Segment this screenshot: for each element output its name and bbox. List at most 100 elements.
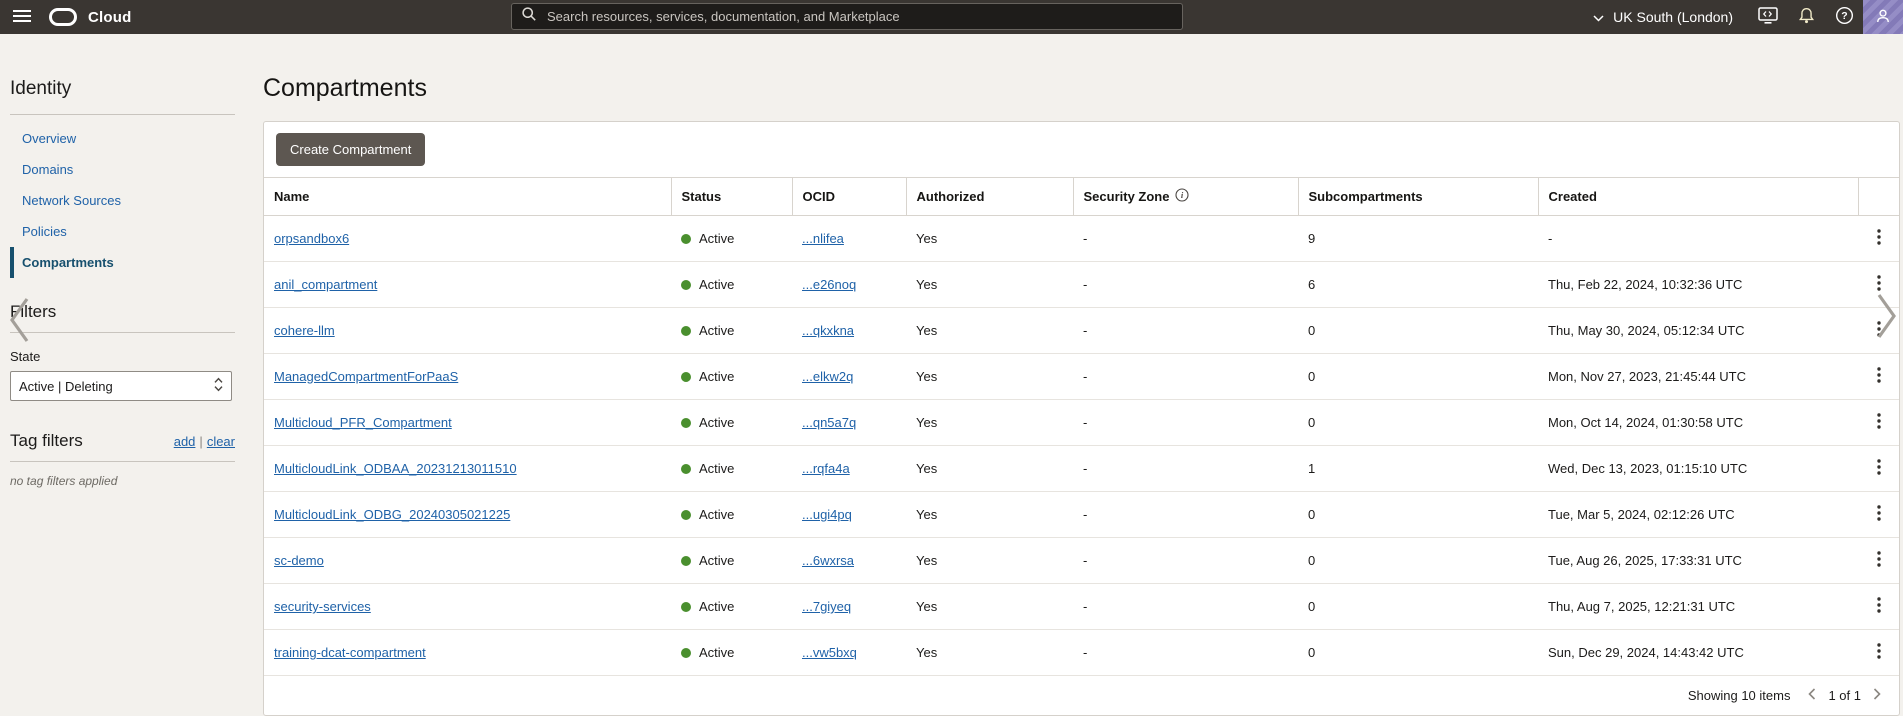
compartment-name-link[interactable]: cohere-llm xyxy=(274,323,335,338)
divider xyxy=(10,114,235,115)
subcompartments-value: 0 xyxy=(1298,492,1538,538)
tag-filter-clear-link[interactable]: clear xyxy=(207,434,235,449)
ocid-link[interactable]: ...ugi4pq xyxy=(802,507,852,522)
status-label: Active xyxy=(699,231,734,246)
compartment-name-link[interactable]: sc-demo xyxy=(274,553,324,568)
notifications-button[interactable] xyxy=(1787,0,1825,34)
row-actions-kebab-button[interactable] xyxy=(1869,227,1889,250)
cloud-shell-button[interactable] xyxy=(1749,0,1787,34)
row-actions-kebab-button[interactable] xyxy=(1869,365,1889,388)
compartment-name-link[interactable]: training-dcat-compartment xyxy=(274,645,426,660)
compartment-name-link[interactable]: orpsandbox6 xyxy=(274,231,349,246)
showing-items-label: Showing 10 items xyxy=(1688,688,1791,703)
status-active-dot xyxy=(681,556,691,566)
compartment-name-link[interactable]: Multicloud_PFR_Compartment xyxy=(274,415,452,430)
row-actions-kebab-button[interactable] xyxy=(1869,503,1889,526)
column-header-subcompartments: Subcompartments xyxy=(1298,178,1538,216)
row-actions-kebab-button[interactable] xyxy=(1869,595,1889,618)
link-separator: | xyxy=(199,434,202,449)
row-actions-kebab-button[interactable] xyxy=(1869,641,1889,664)
ocid-link[interactable]: ...qkxkna xyxy=(802,323,854,338)
sidebar-item-domains[interactable]: Domains xyxy=(10,154,250,185)
region-selector[interactable]: UK South (London) xyxy=(1593,9,1733,25)
ocid-link[interactable]: ...rqfa4a xyxy=(802,461,850,476)
security-zone-value: - xyxy=(1073,400,1298,446)
status-active-dot xyxy=(681,372,691,382)
kebab-icon xyxy=(1877,601,1881,616)
status-active-dot xyxy=(681,326,691,336)
created-value: Mon, Nov 27, 2023, 21:45:44 UTC xyxy=(1538,354,1858,400)
status-label: Active xyxy=(699,553,734,568)
security-zone-value: - xyxy=(1073,216,1298,262)
sidebar-item-policies[interactable]: Policies xyxy=(10,216,250,247)
notifications-bell-icon xyxy=(1798,7,1815,27)
previous-page-button[interactable] xyxy=(1806,688,1818,703)
security-zone-value: - xyxy=(1073,538,1298,584)
help-button[interactable]: ? xyxy=(1825,0,1863,34)
ocid-link[interactable]: ...7giyeq xyxy=(802,599,851,614)
user-menu-button[interactable] xyxy=(1863,0,1903,34)
table-row: MulticloudLink_ODBAA_20231213011510Activ… xyxy=(264,446,1899,492)
created-value: Sun, Dec 29, 2024, 14:43:42 UTC xyxy=(1538,630,1858,676)
info-icon[interactable]: i xyxy=(1175,188,1189,205)
subcompartments-value: 0 xyxy=(1298,584,1538,630)
state-filter-value: Active | Deleting xyxy=(19,379,113,394)
sidebar-item-network-sources[interactable]: Network Sources xyxy=(10,185,250,216)
divider xyxy=(10,332,235,333)
ocid-link[interactable]: ...e26noq xyxy=(802,277,856,292)
expand-right-panel-button[interactable] xyxy=(1876,292,1898,343)
compartment-name-link[interactable]: MulticloudLink_ODBG_20240305021225 xyxy=(274,507,510,522)
divider xyxy=(10,461,235,462)
sidebar-nav: Overview Domains Network Sources Policie… xyxy=(10,123,250,278)
row-actions-kebab-button[interactable] xyxy=(1869,549,1889,572)
subcompartments-value: 0 xyxy=(1298,400,1538,446)
sidebar-item-overview[interactable]: Overview xyxy=(10,123,250,154)
table-row: ManagedCompartmentForPaaS Active ...elkw2q… xyxy=(264,354,1899,400)
authorized-value: Yes xyxy=(906,308,1073,354)
next-page-button[interactable] xyxy=(1871,688,1883,703)
compartment-name-link[interactable]: MulticloudLink_ODBAA_20231213011510 xyxy=(274,461,517,476)
hamburger-menu-button[interactable] xyxy=(10,0,34,34)
ocid-link[interactable]: ...qn5a7q xyxy=(802,415,856,430)
row-actions-kebab-button[interactable] xyxy=(1869,457,1889,480)
pagination-bar: Showing 10 items 1 of 1 xyxy=(264,675,1899,715)
column-header-status: Status xyxy=(671,178,792,216)
created-value: Thu, May 30, 2024, 05:12:34 UTC xyxy=(1538,308,1858,354)
authorized-value: Yes xyxy=(906,492,1073,538)
user-avatar-icon xyxy=(1875,8,1891,27)
authorized-value: Yes xyxy=(906,262,1073,308)
kebab-icon xyxy=(1877,233,1881,248)
security-zone-value: - xyxy=(1073,354,1298,400)
global-search-bar[interactable] xyxy=(511,3,1183,30)
brand-home-link[interactable]: Cloud xyxy=(49,8,132,26)
authorized-value: Yes xyxy=(906,584,1073,630)
state-filter-select[interactable]: Active | Deleting xyxy=(10,371,232,401)
collapse-left-panel-button[interactable] xyxy=(8,296,30,347)
chevron-down-icon xyxy=(1593,9,1604,25)
status-label: Active xyxy=(699,369,734,384)
row-actions-kebab-button[interactable] xyxy=(1869,411,1889,434)
created-value: Thu, Aug 7, 2025, 12:21:31 UTC xyxy=(1538,584,1858,630)
authorized-value: Yes xyxy=(906,630,1073,676)
ocid-link[interactable]: ...6wxrsa xyxy=(802,553,854,568)
filters-panel: Filters State Active | Deleting Tag filt… xyxy=(10,302,235,488)
search-input[interactable] xyxy=(545,8,1172,25)
create-compartment-button[interactable]: Create Compartment xyxy=(276,133,425,166)
compartment-name-link[interactable]: security-services xyxy=(274,599,371,614)
column-header-actions xyxy=(1858,178,1899,216)
tag-filters-title: Tag filters xyxy=(10,431,83,451)
ocid-link[interactable]: ...nlifea xyxy=(802,231,844,246)
compartment-name-link[interactable]: anil_compartment xyxy=(274,277,377,292)
authorized-value: Yes xyxy=(906,400,1073,446)
svg-text:?: ? xyxy=(1841,10,1847,22)
column-header-created: Created xyxy=(1538,178,1858,216)
sidebar-item-compartments[interactable]: Compartments xyxy=(10,247,250,278)
compartment-name-link[interactable]: ManagedCompartmentForPaaS xyxy=(274,369,458,384)
region-label: UK South (London) xyxy=(1613,9,1733,25)
ocid-link[interactable]: ...vw5bxq xyxy=(802,645,857,660)
tag-filter-add-link[interactable]: add xyxy=(174,434,196,449)
ocid-link[interactable]: ...elkw2q xyxy=(802,369,853,384)
status-label: Active xyxy=(699,277,734,292)
status-label: Active xyxy=(699,323,734,338)
kebab-icon xyxy=(1877,509,1881,524)
